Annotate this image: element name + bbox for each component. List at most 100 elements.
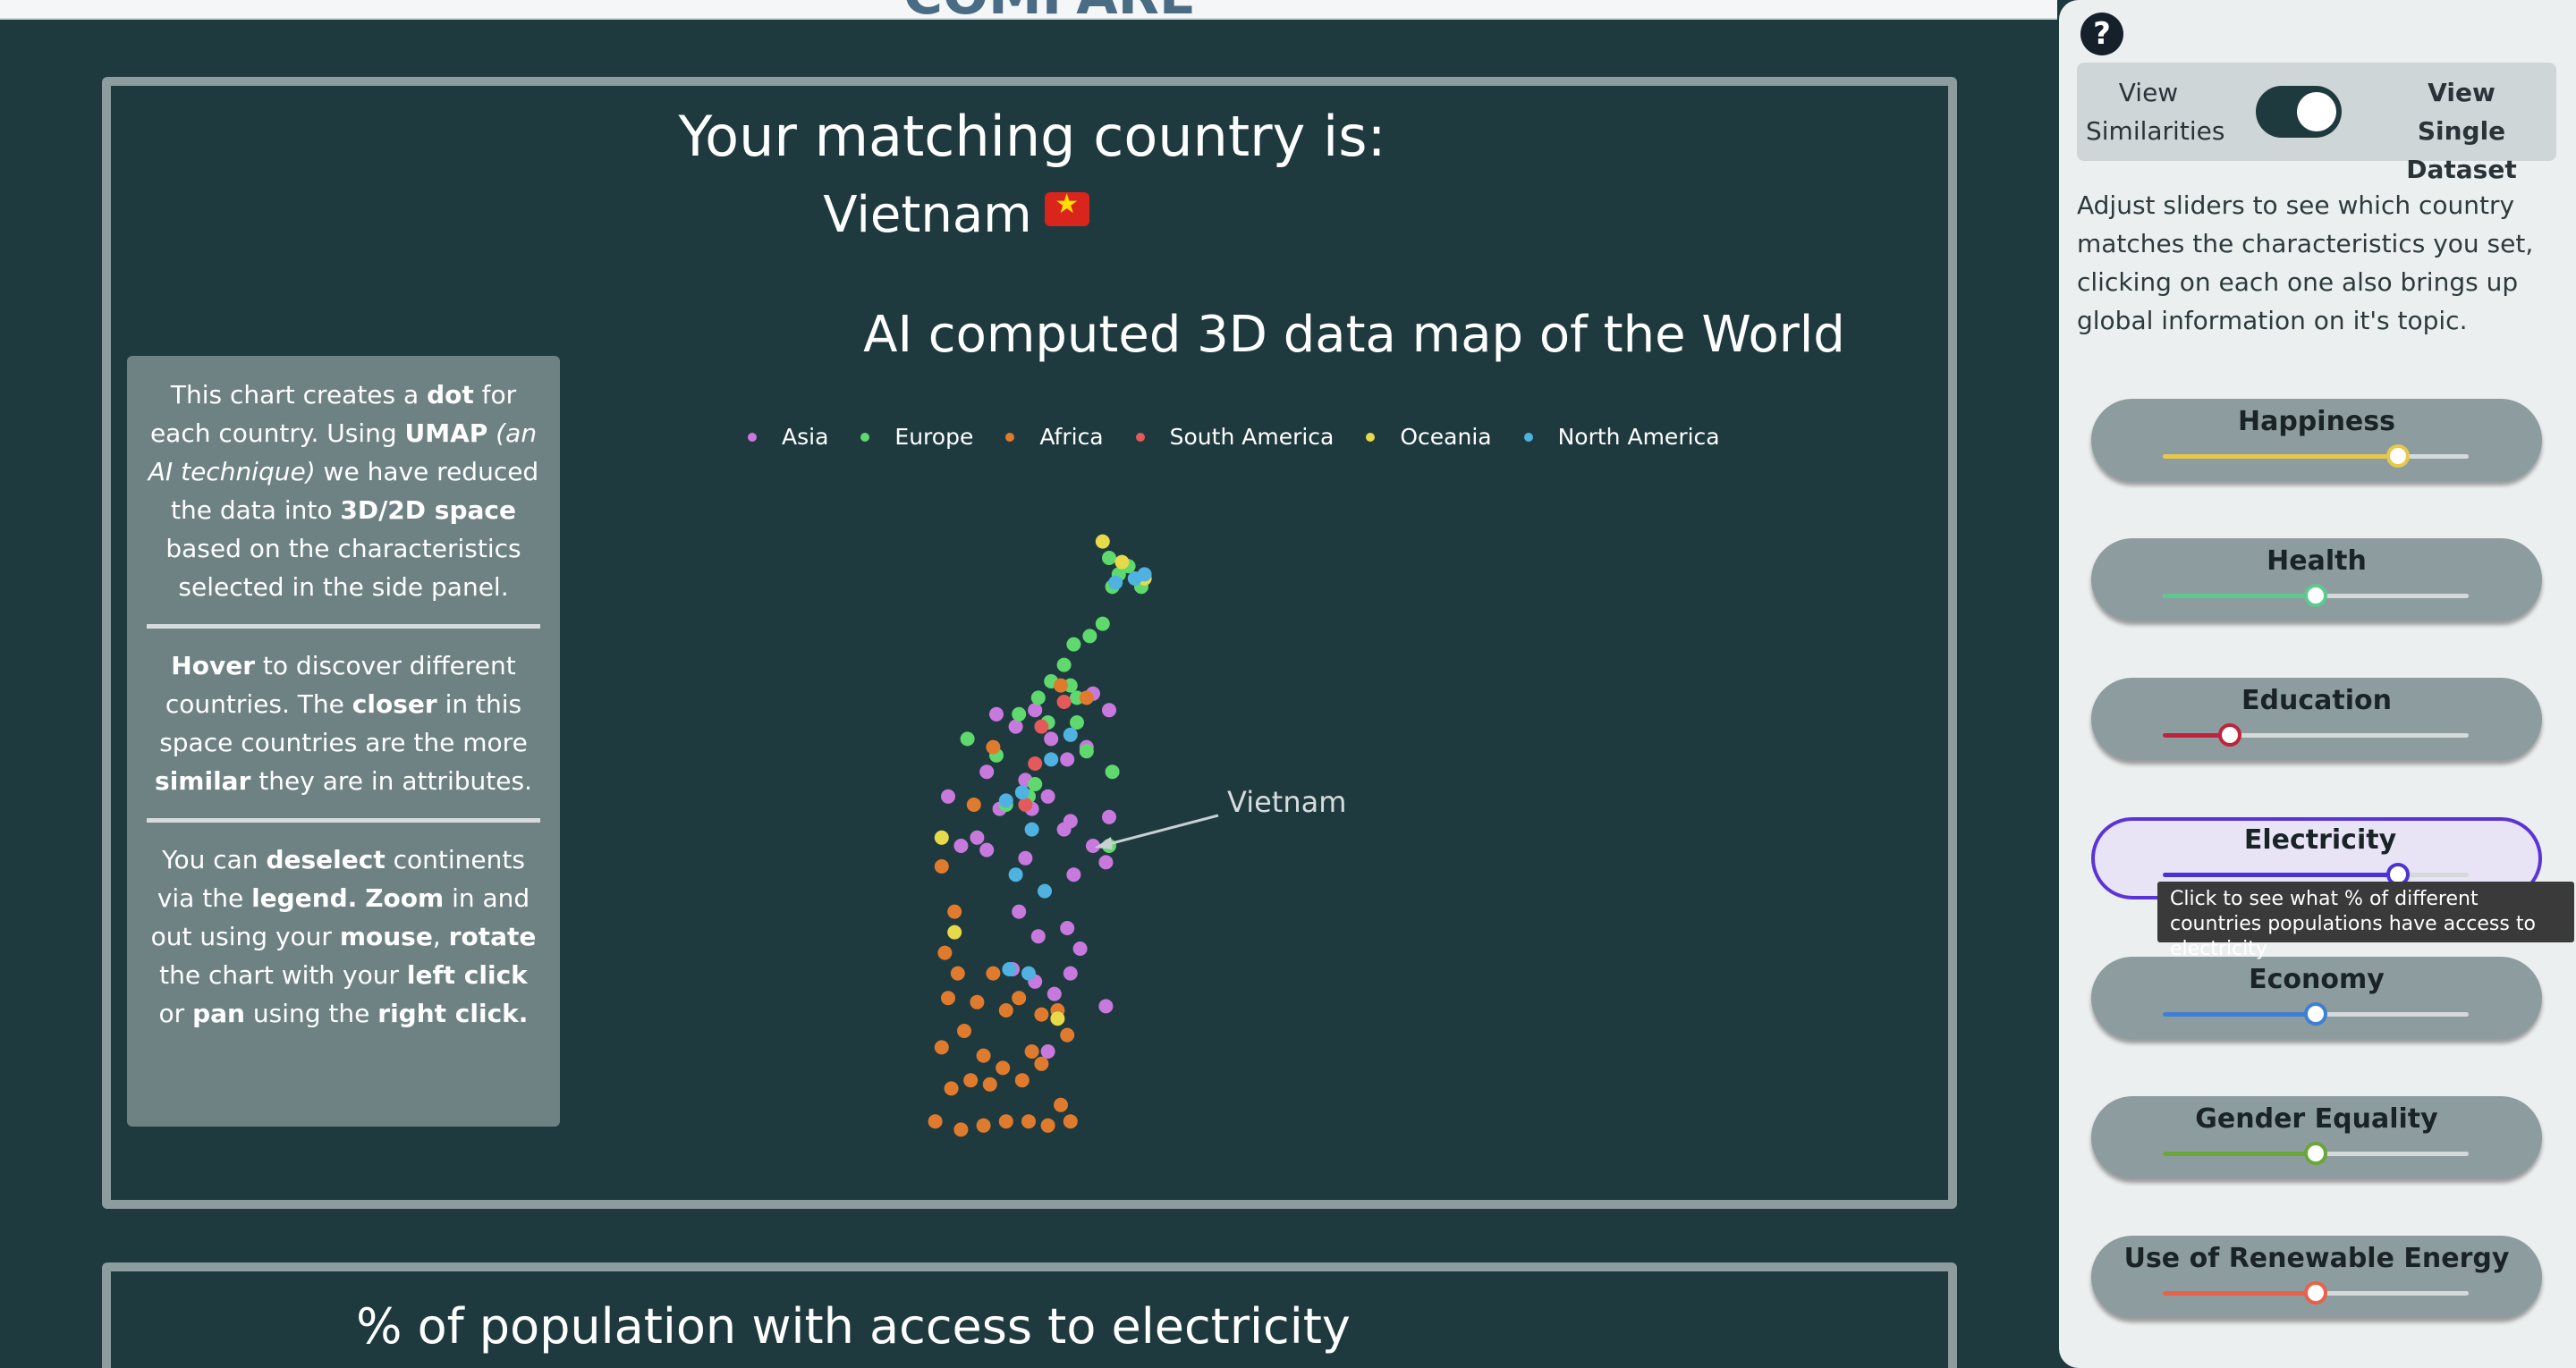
view-similarities-label[interactable]: View Similarities <box>2086 73 2224 150</box>
data-point-asia[interactable] <box>979 764 995 780</box>
data-point-africa[interactable] <box>982 1077 997 1092</box>
data-point-africa[interactable] <box>1040 1118 1055 1133</box>
view-single-dataset-label[interactable]: View Single Dataset <box>2381 73 2542 189</box>
data-point-asia[interactable] <box>1018 850 1033 866</box>
data-point-asia[interactable] <box>1056 822 1072 837</box>
slider-track[interactable] <box>2163 1281 2469 1305</box>
data-point-africa[interactable] <box>1060 1027 1075 1043</box>
data-point-oceania[interactable] <box>1050 1011 1065 1026</box>
data-point-africa[interactable] <box>941 991 955 1006</box>
data-point-africa[interactable] <box>976 1118 991 1133</box>
slider-thumb[interactable] <box>2304 1281 2327 1305</box>
data-point-africa[interactable] <box>1079 690 1094 705</box>
data-point-asia[interactable] <box>1098 999 1114 1014</box>
slider-thumb[interactable] <box>2218 723 2242 747</box>
slider-economy[interactable]: Economy <box>2091 957 2542 1039</box>
data-point-africa[interactable] <box>1034 1007 1049 1022</box>
data-point-europe[interactable] <box>1095 616 1110 631</box>
data-point-oceania[interactable] <box>947 925 962 940</box>
data-point-asia[interactable] <box>989 706 1004 722</box>
data-point-africa[interactable] <box>1054 1097 1068 1112</box>
data-point-africa[interactable] <box>953 1122 969 1137</box>
data-point-africa[interactable] <box>963 1073 979 1088</box>
slider-education[interactable]: Education <box>2091 678 2542 760</box>
data-point-asia[interactable] <box>1044 731 1059 747</box>
data-point-africa[interactable] <box>998 1003 1013 1018</box>
scatter-plot[interactable]: Vietnam <box>111 86 1948 1200</box>
data-point-asia[interactable] <box>970 830 985 845</box>
data-point-north-america[interactable] <box>1008 867 1023 882</box>
slider-thumb[interactable] <box>2304 1002 2327 1026</box>
data-point-asia[interactable] <box>1028 703 1043 718</box>
data-point-africa[interactable] <box>1014 1073 1030 1088</box>
data-point-africa[interactable] <box>1012 991 1027 1006</box>
data-point-europe[interactable] <box>1012 706 1027 722</box>
data-point-asia[interactable] <box>941 789 955 804</box>
data-point-asia[interactable] <box>1040 789 1055 804</box>
data-point-asia[interactable] <box>1060 752 1075 767</box>
data-point-north-america[interactable] <box>1137 567 1152 582</box>
data-point-europe[interactable] <box>1066 637 1081 652</box>
slider-use-of-renewable-energy[interactable]: Use of Renewable Energy <box>2091 1236 2542 1318</box>
data-point-asia[interactable] <box>979 842 995 857</box>
data-point-africa[interactable] <box>976 1048 991 1063</box>
data-point-asia[interactable] <box>1030 929 1046 944</box>
data-point-europe[interactable] <box>1030 690 1046 705</box>
data-point-africa[interactable] <box>998 1114 1013 1129</box>
data-point-north-america[interactable] <box>1021 966 1036 981</box>
slider-health[interactable]: Health <box>2091 538 2542 621</box>
data-point-europe[interactable] <box>1070 715 1084 730</box>
data-point-africa[interactable] <box>944 1081 959 1096</box>
data-point-africa[interactable] <box>1063 1114 1078 1129</box>
slider-track[interactable] <box>2163 1142 2469 1165</box>
data-point-asia[interactable] <box>1098 855 1114 870</box>
data-point-africa[interactable] <box>934 1040 949 1055</box>
data-point-oceania[interactable] <box>1095 534 1110 549</box>
data-point-north-america[interactable] <box>1014 785 1030 800</box>
data-point-north-america[interactable] <box>1002 962 1017 976</box>
data-point-africa[interactable] <box>996 1060 1011 1076</box>
data-point-asia[interactable] <box>1063 966 1078 981</box>
data-point-asia[interactable] <box>1012 904 1027 919</box>
slider-track[interactable] <box>2163 444 2469 468</box>
data-point-africa[interactable] <box>1021 1114 1036 1129</box>
data-point-africa[interactable] <box>928 1114 943 1129</box>
slider-track[interactable] <box>2163 584 2469 607</box>
slider-happiness[interactable]: Happiness <box>2091 399 2542 481</box>
data-point-asia[interactable] <box>953 839 969 853</box>
data-point-north-america[interactable] <box>998 793 1013 808</box>
data-point-south-america[interactable] <box>1018 798 1033 812</box>
data-point-south-america[interactable] <box>1034 719 1049 734</box>
data-point-oceania[interactable] <box>934 830 949 845</box>
data-point-europe[interactable] <box>1102 551 1116 565</box>
data-point-africa[interactable] <box>957 1024 971 1038</box>
data-point-europe[interactable] <box>1082 629 1097 644</box>
data-point-europe[interactable] <box>1079 744 1094 759</box>
data-point-africa[interactable] <box>970 994 985 1009</box>
data-point-north-america[interactable] <box>1063 727 1078 742</box>
data-point-asia[interactable] <box>1040 1044 1055 1059</box>
data-point-africa[interactable] <box>950 966 965 981</box>
slider-track[interactable] <box>2163 863 2469 886</box>
data-point-africa[interactable] <box>934 859 949 874</box>
slider-track[interactable] <box>2163 1002 2469 1026</box>
data-point-africa[interactable] <box>966 798 981 812</box>
data-point-africa[interactable] <box>986 739 1001 755</box>
data-point-asia[interactable] <box>1066 867 1081 882</box>
data-point-europe[interactable] <box>1028 777 1043 791</box>
data-point-north-america[interactable] <box>1108 575 1123 590</box>
data-point-africa[interactable] <box>986 966 1001 981</box>
data-point-south-america[interactable] <box>1056 695 1072 709</box>
help-icon[interactable]: ? <box>2080 13 2123 55</box>
slider-thumb[interactable] <box>2304 1142 2327 1165</box>
data-point-asia[interactable] <box>1008 719 1023 734</box>
data-point-africa[interactable] <box>937 945 953 960</box>
slider-gender-equality[interactable]: Gender Equality <box>2091 1096 2542 1178</box>
data-point-africa[interactable] <box>1024 1044 1039 1059</box>
slider-track[interactable] <box>2163 723 2469 747</box>
data-point-north-america[interactable] <box>1024 822 1039 837</box>
data-point-europe[interactable] <box>1056 657 1072 672</box>
data-point-asia[interactable] <box>1046 986 1062 1001</box>
data-point-oceania[interactable] <box>1114 554 1130 570</box>
slider-thumb[interactable] <box>2386 444 2411 468</box>
